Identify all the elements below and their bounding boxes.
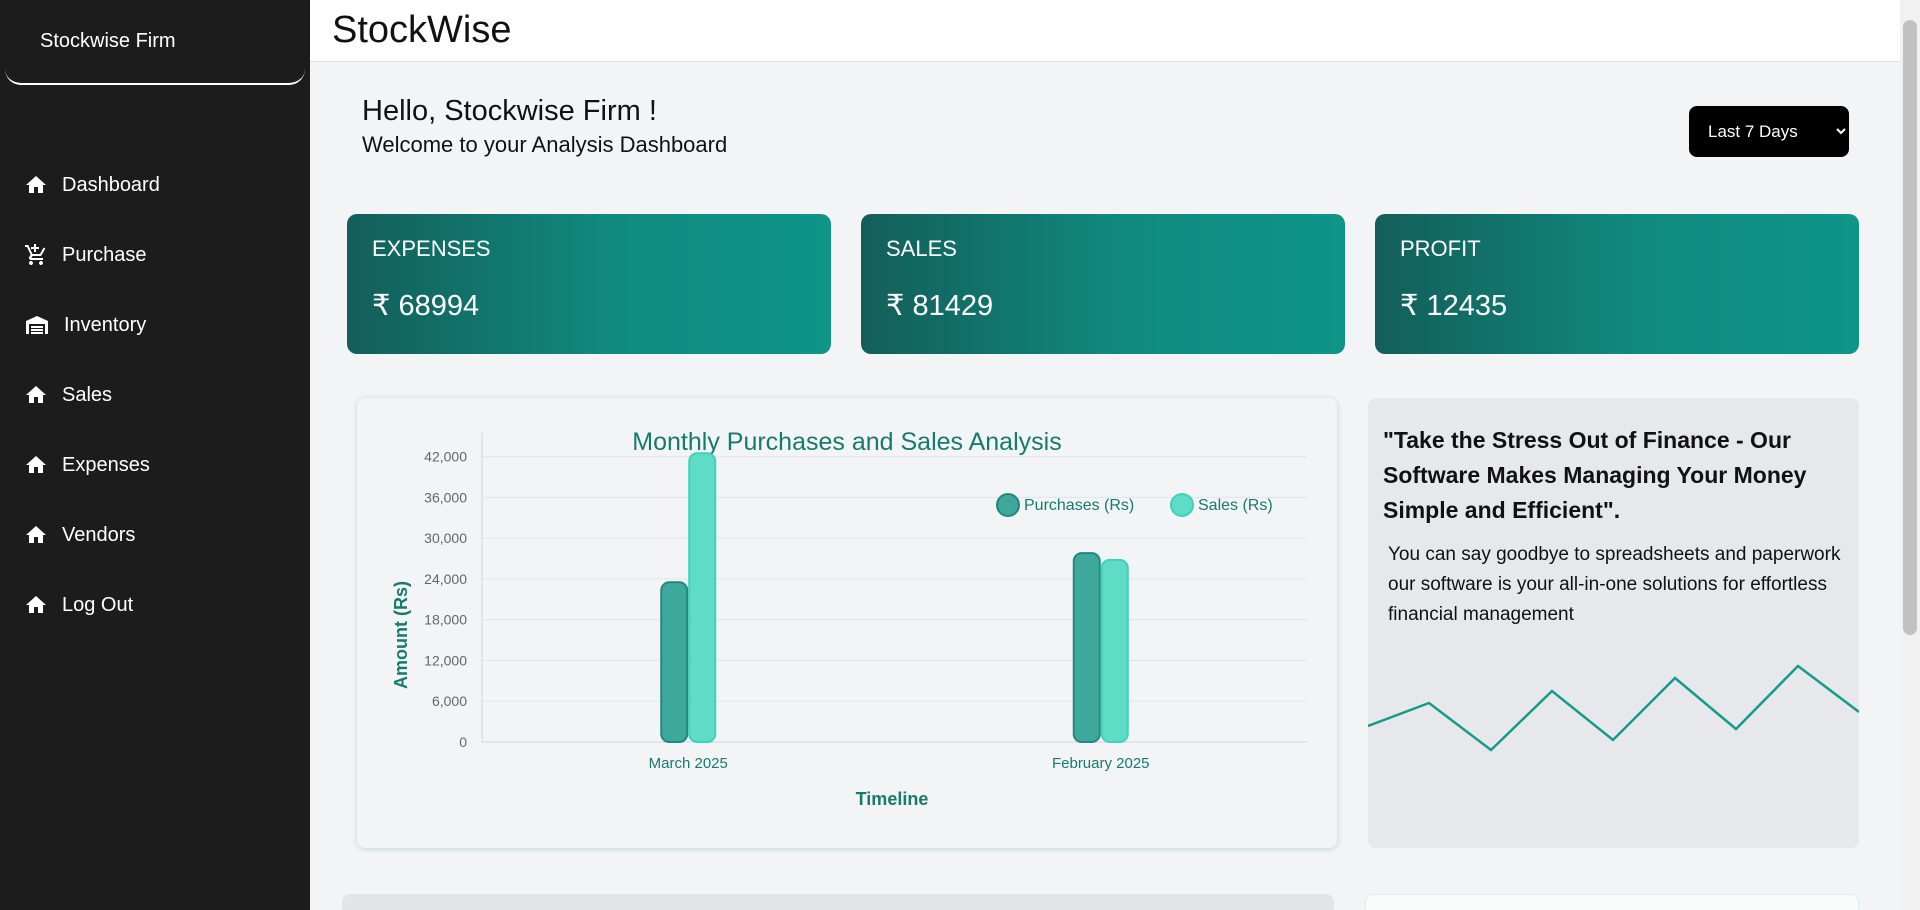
sidebar: Stockwise Firm Dashboard Purchase Invent… xyxy=(0,0,310,910)
sales-card: SALES ₹ 81429 xyxy=(861,214,1345,354)
y-tick-label: 42,000 xyxy=(424,449,467,465)
x-axis-label: Timeline xyxy=(856,789,929,809)
home-icon xyxy=(26,456,46,473)
sidebar-item-label: Dashboard xyxy=(62,173,160,196)
x-tick-label: February 2025 xyxy=(1052,755,1150,772)
legend-swatch xyxy=(1170,493,1194,517)
profit-card: PROFIT ₹ 12435 xyxy=(1375,214,1859,354)
sidebar-item-dashboard[interactable]: Dashboard xyxy=(0,150,310,220)
sidebar-item-label: Inventory xyxy=(64,313,147,336)
greeting-subtitle: Welcome to your Analysis Dashboard xyxy=(362,132,728,157)
sidebar-item-inventory[interactable]: Inventory xyxy=(0,290,310,360)
sidebar-nav: Dashboard Purchase Inventory Sales Expen… xyxy=(0,150,310,640)
quote-panel: "Take the Stress Out of Finance - Our So… xyxy=(1368,398,1859,848)
bar-purchases xyxy=(660,581,689,743)
cart-icon xyxy=(25,244,46,265)
quote-title: "Take the Stress Out of Finance - Our So… xyxy=(1383,427,1807,523)
sidebar-item-purchase[interactable]: Purchase xyxy=(0,220,310,290)
home-icon xyxy=(26,596,46,613)
y-tick-label: 36,000 xyxy=(424,489,467,505)
greeting-title: Hello, Stockwise Firm ! xyxy=(362,95,657,127)
y-tick-label: 12,000 xyxy=(424,652,467,668)
sidebar-item-vendors[interactable]: Vendors xyxy=(0,500,310,570)
sidebar-item-sales[interactable]: Sales xyxy=(0,360,310,430)
stat-label: SALES xyxy=(886,236,957,261)
y-tick-label: 6,000 xyxy=(432,693,467,709)
scroll-thumb[interactable] xyxy=(1903,20,1917,635)
legend-label: Purchases (Rs) xyxy=(1024,497,1134,514)
bar-purchases xyxy=(1072,552,1101,743)
stat-label: PROFIT xyxy=(1400,236,1481,261)
y-tick-label: 18,000 xyxy=(424,612,467,628)
chart-title: Monthly Purchases and Sales Analysis xyxy=(632,428,1061,456)
stat-value: ₹ 12435 xyxy=(1400,290,1508,322)
expenses-card: EXPENSES ₹ 68994 xyxy=(347,214,831,354)
home-icon xyxy=(26,526,46,543)
quote-body: You can say goodbye to spreadsheets and … xyxy=(1388,544,1841,625)
period-select[interactable]: Last 7 Days xyxy=(1689,106,1849,157)
zigzag-decoration xyxy=(1368,664,1859,752)
y-tick-label: 24,000 xyxy=(424,571,467,587)
stat-value: ₹ 68994 xyxy=(372,290,480,322)
legend-label: Sales (Rs) xyxy=(1198,497,1273,514)
home-icon xyxy=(26,386,46,403)
bottom-card xyxy=(1365,894,1859,910)
chart-card: Monthly Purchases and Sales Analysis 0 6,0… xyxy=(357,398,1337,848)
top-bar: StockWise xyxy=(310,0,1900,62)
legend-swatch xyxy=(996,493,1020,517)
sidebar-brand: Stockwise Firm xyxy=(5,0,305,85)
stat-label: EXPENSES xyxy=(372,236,491,261)
warehouse-icon xyxy=(26,316,48,334)
page-scrollbar[interactable] xyxy=(1900,0,1920,910)
stat-value: ₹ 81429 xyxy=(886,290,994,322)
sidebar-item-label: Purchase xyxy=(62,243,147,266)
app-title: StockWise xyxy=(332,9,512,51)
sidebar-item-label: Sales xyxy=(62,383,113,406)
y-tick-label: 30,000 xyxy=(424,530,467,546)
home-icon xyxy=(26,176,46,193)
x-tick-label: March 2025 xyxy=(649,755,728,772)
greeting: Hello, Stockwise Firm ! Welcome to your … xyxy=(362,95,727,158)
bar-sales xyxy=(1100,558,1129,743)
y-tick-label: 0 xyxy=(459,734,467,750)
bar-sales xyxy=(688,452,717,744)
sidebar-item-logout[interactable]: Log Out xyxy=(0,570,310,640)
sidebar-item-label: Expenses xyxy=(62,453,150,476)
sidebar-item-expenses[interactable]: Expenses xyxy=(0,430,310,500)
sidebar-item-label: Vendors xyxy=(62,523,136,546)
bar-chart: Monthly Purchases and Sales Analysis 0 6,0… xyxy=(391,428,1307,809)
bottom-card xyxy=(342,894,1334,910)
y-axis-label: Amount (Rs) xyxy=(391,581,411,689)
sidebar-item-label: Log Out xyxy=(62,593,134,616)
